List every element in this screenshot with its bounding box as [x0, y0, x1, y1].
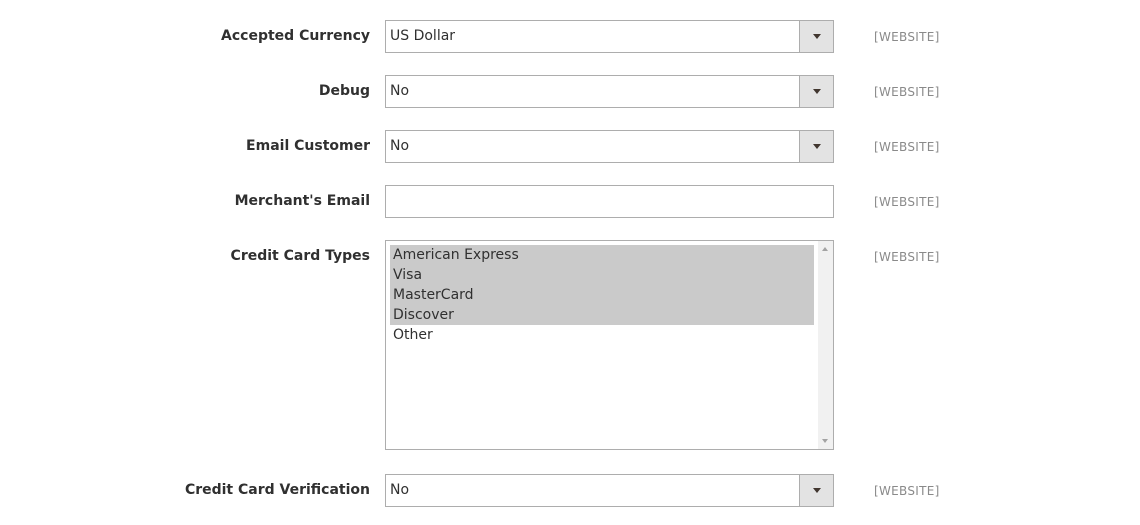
debug-select[interactable]: No: [385, 75, 834, 108]
scroll-up-arrow-icon[interactable]: [822, 247, 828, 251]
credit-card-types-scrollbar[interactable]: [818, 241, 833, 449]
debug-label: Debug: [318, 83, 370, 99]
debug-dropdown-button[interactable]: [799, 76, 833, 107]
debug-value: No: [390, 83, 410, 99]
chevron-down-icon: [813, 144, 821, 149]
credit-card-verification-scope: [WEBSITE]: [874, 484, 940, 498]
credit-card-types-options: American Express Visa MasterCard Discove…: [390, 245, 814, 345]
accepted-currency-select[interactable]: US Dollar: [385, 20, 834, 53]
merchant-email-field[interactable]: [386, 186, 833, 217]
chevron-down-icon: [813, 488, 821, 493]
scroll-down-arrow-icon[interactable]: [822, 439, 828, 443]
credit-card-option-american-express[interactable]: American Express: [390, 245, 814, 265]
chevron-down-icon: [813, 34, 821, 39]
email-customer-label: Email Customer: [246, 138, 370, 154]
email-customer-scope: [WEBSITE]: [874, 140, 940, 154]
email-customer-dropdown-button[interactable]: [799, 131, 833, 162]
credit-card-option-discover[interactable]: Discover: [390, 305, 814, 325]
credit-card-types-scope: [WEBSITE]: [874, 250, 940, 264]
credit-card-verification-dropdown-button[interactable]: [799, 475, 833, 506]
email-customer-value: No: [390, 138, 410, 154]
credit-card-verification-value: No: [390, 482, 410, 498]
email-customer-select[interactable]: No: [385, 130, 834, 163]
debug-scope: [WEBSITE]: [874, 85, 940, 99]
credit-card-types-multiselect[interactable]: American Express Visa MasterCard Discove…: [385, 240, 834, 450]
chevron-down-icon: [813, 89, 821, 94]
merchant-email-field-wrapper: [385, 185, 834, 218]
merchant-email-scope: [WEBSITE]: [874, 195, 940, 209]
accepted-currency-value: US Dollar: [390, 28, 456, 44]
payment-config-form: Accepted Currency US Dollar [WEBSITE] De…: [0, 0, 1140, 525]
credit-card-option-other[interactable]: Other: [390, 325, 814, 345]
credit-card-option-mastercard[interactable]: MasterCard: [390, 285, 814, 305]
accepted-currency-scope: [WEBSITE]: [874, 30, 940, 44]
credit-card-option-visa[interactable]: Visa: [390, 265, 814, 285]
credit-card-verification-select[interactable]: No: [385, 474, 834, 507]
accepted-currency-label: Accepted Currency: [221, 28, 370, 44]
merchant-email-label: Merchant's Email: [234, 193, 370, 209]
accepted-currency-dropdown-button[interactable]: [799, 21, 833, 52]
credit-card-verification-label: Credit Card Verification: [184, 482, 370, 498]
credit-card-types-label: Credit Card Types: [230, 248, 370, 264]
